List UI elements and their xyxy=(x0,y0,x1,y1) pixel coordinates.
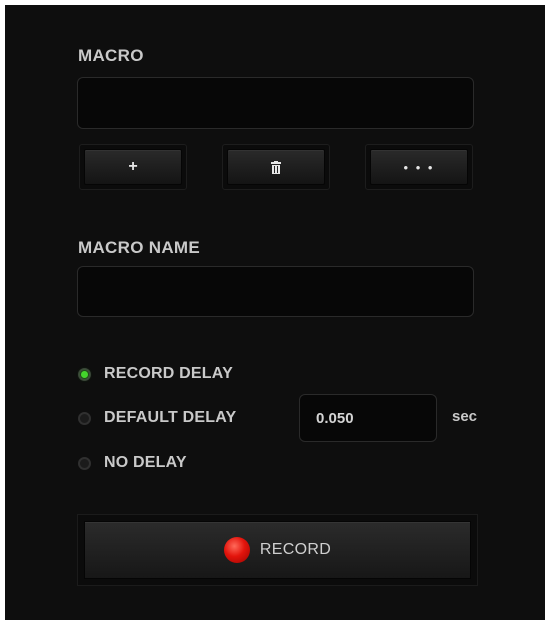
delay-unit-label: sec xyxy=(452,408,478,425)
default-delay-radio[interactable] xyxy=(78,411,91,425)
macro-title: MACRO xyxy=(78,46,144,65)
more-options-button-frame: • • • xyxy=(365,144,473,190)
record-label: RECORD xyxy=(259,541,332,558)
record-delay-radio[interactable] xyxy=(78,367,91,381)
plus-icon: + xyxy=(128,158,138,175)
macro-name-input[interactable] xyxy=(77,266,474,317)
record-dot-icon xyxy=(223,537,250,563)
no-delay-option[interactable]: NO DELAY xyxy=(78,454,187,472)
trash-icon xyxy=(271,160,281,174)
macro-name-title: MACRO NAME xyxy=(78,238,200,257)
no-delay-radio[interactable] xyxy=(78,456,91,470)
no-delay-label: NO DELAY xyxy=(104,454,187,471)
record-button-frame: RECORD xyxy=(77,514,478,586)
default-delay-option[interactable]: DEFAULT DELAY xyxy=(78,409,236,427)
record-button[interactable]: RECORD xyxy=(84,521,471,579)
macro-select-field[interactable] xyxy=(77,77,474,129)
more-dots-icon: • • • xyxy=(403,159,435,175)
more-options-button[interactable]: • • • xyxy=(370,149,468,185)
default-delay-label: DEFAULT DELAY xyxy=(104,409,237,426)
record-delay-label: RECORD DELAY xyxy=(104,365,233,382)
default-delay-input[interactable]: 0.050 xyxy=(299,394,437,442)
delete-macro-button-frame xyxy=(222,144,330,190)
add-macro-button-frame: + xyxy=(79,144,187,190)
add-macro-button[interactable]: + xyxy=(84,149,182,185)
record-delay-option[interactable]: RECORD DELAY xyxy=(78,365,233,383)
delete-macro-button[interactable] xyxy=(227,149,325,185)
